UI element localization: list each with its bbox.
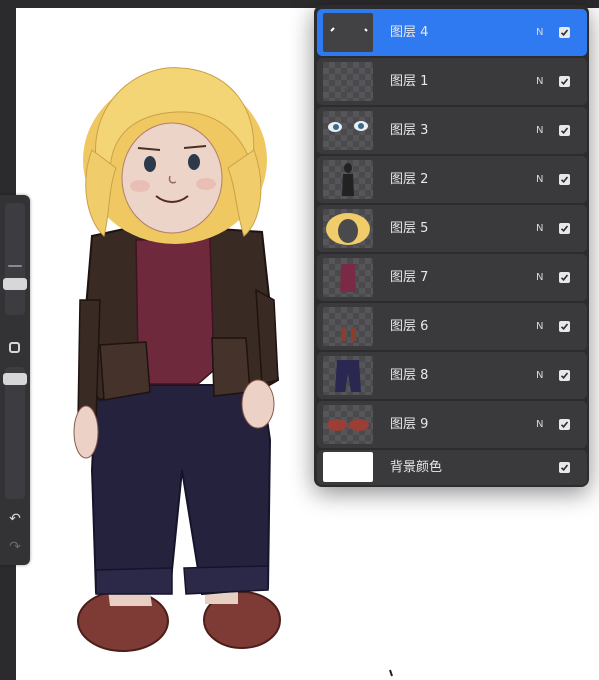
redo-icon[interactable]: ↷ [6,539,24,555]
visibility-checkbox[interactable] [559,462,570,473]
layer-row[interactable]: 图层 3 N [317,107,587,154]
layer-name: 图层 3 [390,123,429,138]
layer-name: 图层 8 [390,368,429,383]
visibility-checkbox[interactable] [559,321,570,332]
blend-mode-button[interactable]: N [536,107,543,154]
blend-mode-button[interactable]: N [536,401,543,448]
layer-thumbnail[interactable] [323,405,373,444]
blend-mode-button[interactable]: N [536,58,543,105]
visibility-checkbox[interactable] [559,27,570,38]
layer-row[interactable]: 图层 2 N [317,156,587,203]
opacity-thumb[interactable] [3,373,27,385]
layer-thumbnail[interactable] [323,13,373,52]
layer-thumbnail[interactable] [323,111,373,150]
layer-thumbnail[interactable] [323,258,373,297]
layer-row[interactable]: 图层 1 N [317,58,587,105]
layer-thumbnail[interactable] [323,62,373,101]
layer-name: 图层 2 [390,172,429,187]
background-color-swatch[interactable] [323,452,373,482]
visibility-checkbox[interactable] [559,125,570,136]
layer-name: 图层 9 [390,417,429,432]
blend-mode-button[interactable]: N [536,254,543,301]
layer-row[interactable]: 图层 6 N [317,303,587,350]
opacity-slider[interactable] [3,367,27,499]
undo-icon[interactable]: ↶ [6,511,24,527]
blend-mode-button[interactable]: N [536,9,543,56]
visibility-checkbox[interactable] [559,419,570,430]
layer-row[interactable]: 图层 9 N [317,401,587,448]
blend-mode-button[interactable]: N [536,303,543,350]
background-color-layer[interactable]: 背景颜色 [317,450,587,485]
layer-name: 图层 7 [390,270,429,285]
layer-row[interactable]: 图层 4 N [317,9,587,56]
layer-name: 图层 1 [390,74,429,89]
modify-icon[interactable] [9,342,20,353]
layer-row[interactable]: 图层 8 N [317,352,587,399]
blend-mode-button[interactable]: N [536,352,543,399]
layer-thumbnail[interactable] [323,356,373,395]
brush-size-thumb[interactable] [3,278,27,290]
blend-mode-button[interactable]: N [536,156,543,203]
visibility-checkbox[interactable] [559,174,570,185]
layer-thumbnail[interactable] [323,160,373,199]
brush-size-tick [8,265,22,267]
visibility-checkbox[interactable] [559,223,570,234]
layer-name: 图层 4 [390,25,429,40]
layer-name: 图层 6 [390,319,429,334]
layer-name: 图层 5 [390,221,429,236]
blend-mode-button[interactable]: N [536,205,543,252]
brush-size-slider[interactable] [3,203,27,315]
layers-panel: 图层 4 N 图层 1 N 图层 3 N 图层 2 N 图层 5 N 图层 7 N 图层 6 N 图层 8 N… [314,5,589,487]
layer-thumbnail[interactable] [323,209,373,248]
background-layer-name: 背景颜色 [390,460,443,475]
visibility-checkbox[interactable] [559,272,570,283]
tool-sidebar: ↶ ↷ [0,195,30,565]
layer-thumbnail[interactable] [323,307,373,346]
visibility-checkbox[interactable] [559,370,570,381]
layer-row[interactable]: 图层 5 N [317,205,587,252]
layer-row[interactable]: 图层 7 N [317,254,587,301]
visibility-checkbox[interactable] [559,76,570,87]
